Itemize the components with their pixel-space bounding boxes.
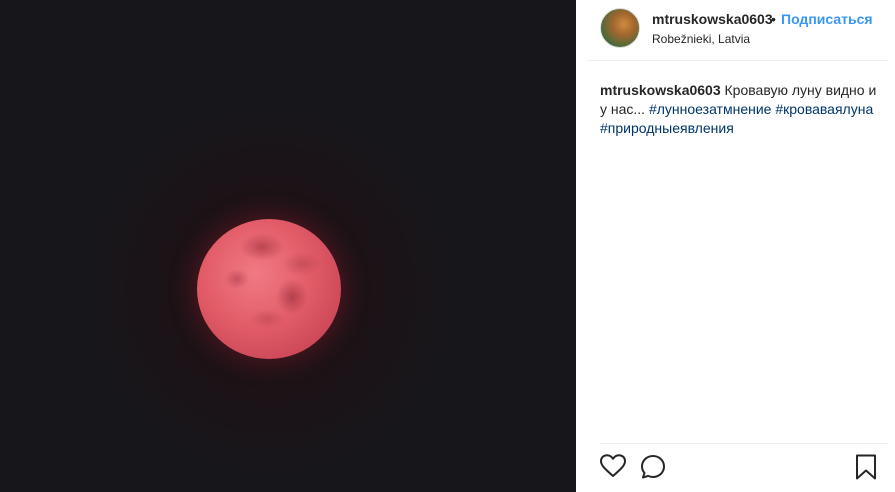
post-sidebar: mtruskowska0603 • Подписаться Robežnieki… <box>588 0 888 492</box>
header-divider <box>588 60 888 61</box>
username-link[interactable]: mtruskowska0603 <box>652 11 773 27</box>
caption-username[interactable]: mtruskowska0603 <box>600 82 721 98</box>
post-photo[interactable] <box>0 0 576 492</box>
actions-divider <box>600 443 888 444</box>
comment-icon[interactable] <box>640 454 666 485</box>
separator-dot: • <box>771 11 776 27</box>
hashtag-link[interactable]: #лунноезатмнение <box>649 101 771 117</box>
hashtag-link[interactable]: #кроваваялуна <box>775 101 873 117</box>
location-link[interactable]: Robežnieki, Latvia <box>652 32 750 46</box>
follow-button[interactable]: Подписаться <box>781 11 873 27</box>
post-header: mtruskowska0603 • Подписаться Robežnieki… <box>600 8 890 48</box>
avatar[interactable] <box>600 8 640 48</box>
action-bar <box>600 454 888 482</box>
hashtag-link[interactable]: #природныеявления <box>600 120 734 136</box>
bookmark-icon[interactable] <box>855 454 877 485</box>
caption: mtruskowska0603 Кровавую луну видно и у … <box>600 81 882 138</box>
blood-moon <box>197 219 341 359</box>
heart-icon[interactable] <box>600 454 626 483</box>
